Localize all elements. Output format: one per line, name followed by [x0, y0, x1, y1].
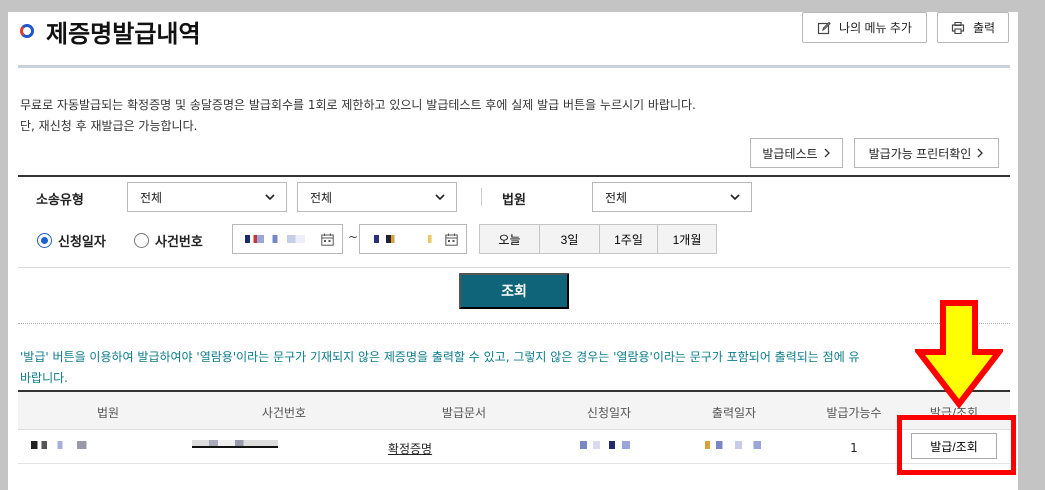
- printer-check-button[interactable]: 발급가능 프린터확인: [854, 138, 999, 168]
- teal-notice-line1: '발급' 버튼을 이용하여 발급하여야 '열람용'이라는 문구가 기재되지 않은…: [20, 350, 860, 364]
- radio-case-number[interactable]: 사건번호: [134, 231, 203, 250]
- end-date-input[interactable]: [359, 224, 467, 254]
- header-court: 법원: [96, 406, 120, 420]
- edit-icon: [817, 21, 831, 34]
- calendar-icon[interactable]: [321, 233, 334, 246]
- header-available-count: 발급가능수: [826, 406, 882, 420]
- radio-case-number-label: 사건번호: [155, 235, 203, 250]
- court-select-value: 전체: [605, 190, 628, 205]
- add-my-menu-button[interactable]: 나의 메뉴 추가: [802, 12, 927, 43]
- issue-test-button[interactable]: 발급테스트: [750, 138, 843, 168]
- chevron-down-icon: [730, 194, 740, 201]
- delivery-type-label: 소송유형: [36, 193, 84, 208]
- table-row-divider: [18, 463, 1010, 464]
- document-link[interactable]: 확정증명: [370, 440, 450, 457]
- title-bullet-icon: [20, 24, 34, 38]
- header-document: 발급문서: [441, 406, 487, 420]
- period-today-button[interactable]: 오늘: [479, 224, 540, 254]
- start-date-value: [245, 235, 305, 243]
- chevron-right-icon: [977, 148, 984, 158]
- period-3days-button[interactable]: 3일: [539, 224, 600, 254]
- radio-apply-date[interactable]: 신청일자: [37, 231, 106, 250]
- date-separator: ~: [348, 230, 359, 244]
- field-separator: [481, 188, 482, 206]
- radio-apply-date-label: 신청일자: [58, 235, 106, 250]
- page-title: 제증명발급내역: [46, 20, 201, 48]
- chevron-right-icon: [824, 148, 830, 158]
- delivery-type-select-1-value: 전체: [140, 190, 163, 205]
- dotted-divider: [18, 323, 1010, 324]
- court-cell-value: [31, 441, 97, 449]
- down-arrow-annotation: [915, 300, 1003, 408]
- header-apply-date: 신청일자: [586, 406, 632, 420]
- available-count-value: 1: [850, 441, 858, 455]
- highlight-frame: [897, 415, 1016, 475]
- calendar-icon[interactable]: [445, 233, 458, 246]
- header-case-number: 사건번호: [261, 406, 307, 420]
- header-divider: [18, 65, 1010, 68]
- court-select[interactable]: 전체: [592, 182, 752, 212]
- delivery-type-select-2[interactable]: 전체: [297, 182, 457, 212]
- case-number-link[interactable]: [192, 440, 278, 448]
- chevron-down-icon: [435, 194, 445, 201]
- apply-date-value: [580, 441, 630, 449]
- print-button[interactable]: 출력: [937, 12, 1009, 43]
- notice-line1: 무료로 자동발급되는 확정증명 및 송달증명은 발급회수를 1회로 제한하고 있…: [20, 98, 696, 112]
- issue-test-label: 발급테스트: [762, 146, 818, 161]
- radio-apply-date-circle[interactable]: [37, 233, 52, 248]
- add-my-menu-label: 나의 메뉴 추가: [839, 21, 912, 35]
- chevron-down-icon: [265, 194, 275, 201]
- print-label: 출력: [972, 21, 996, 35]
- end-date-value: [374, 235, 434, 243]
- start-date-input[interactable]: [232, 224, 343, 254]
- period-1month-button[interactable]: 1개월: [657, 224, 717, 254]
- court-label: 법원: [502, 193, 526, 208]
- search-area-bottom-border: [18, 267, 1010, 268]
- main-panel: 제증명발급내역 나의 메뉴 추가 출력 무료로 자동발급되는 확정증명 및 송달…: [8, 12, 1018, 490]
- search-button[interactable]: 조회: [459, 273, 569, 309]
- teal-notice-line2: 바랍니다.: [20, 371, 68, 385]
- header-output-date: 출력일자: [711, 406, 757, 420]
- delivery-type-select-2-value: 전체: [310, 190, 333, 205]
- radio-case-number-circle[interactable]: [134, 233, 149, 248]
- period-1week-button[interactable]: 1주일: [599, 224, 658, 254]
- delivery-type-select-1[interactable]: 전체: [127, 182, 287, 212]
- search-area-top-border: [18, 175, 1010, 177]
- notice-line2: 단, 재신청 후 재발급은 가능합니다.: [20, 119, 198, 133]
- output-date-value: [705, 441, 767, 449]
- print-icon: [951, 21, 965, 34]
- printer-check-label: 발급가능 프린터확인: [868, 146, 972, 161]
